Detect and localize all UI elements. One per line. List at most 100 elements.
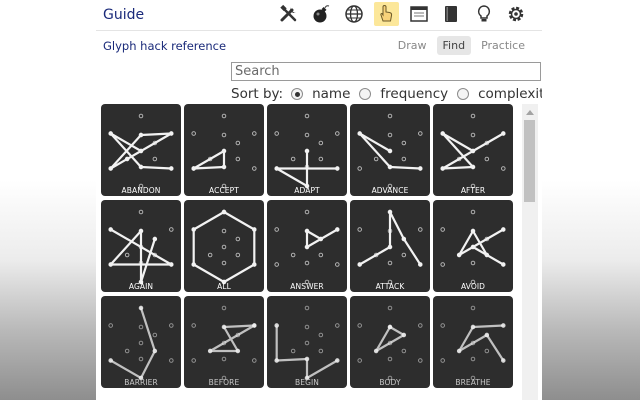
gear-icon [508,6,524,22]
sort-frequency-radio[interactable] [359,88,372,100]
mode-tab-find[interactable]: Find [436,36,472,55]
glyph-node [470,113,476,119]
glyph-vertex [108,358,113,363]
glyph-node [418,358,423,363]
glyph-vertex [456,348,462,354]
sort-option-frequency[interactable]: frequency [359,86,448,102]
glyph-vertex [387,324,393,330]
glyph-stroke [458,324,505,362]
glyph-node [470,209,476,215]
glyph-node [387,132,393,138]
glyph-node [191,323,196,328]
glyph-drawing [191,209,257,285]
globe-tab[interactable] [341,2,366,26]
glyph-node [318,252,324,258]
glyph-tile[interactable]: ANSWER [267,200,347,292]
page-subtitle: Glyph hack reference [103,39,227,53]
scroll-thumb[interactable] [524,120,535,202]
glyph-tile[interactable]: ADVANCE [350,104,430,196]
settings-tab[interactable] [504,2,529,26]
book-tab[interactable] [439,2,464,26]
glyph-tile[interactable]: ABANDON [101,104,181,196]
glyph-node [138,324,144,330]
glyph-node [387,113,393,119]
glyph-vertex [108,227,113,232]
glyph-tile[interactable]: BEFORE [184,296,264,388]
tools-tab[interactable] [276,2,301,26]
glyph-tile[interactable]: ALL [184,200,264,292]
lightbulb-icon [477,5,490,22]
glyph-node [373,156,379,162]
glyph-name: BEFORE [208,378,240,387]
search-input[interactable] [231,62,541,81]
glyph-drawing [357,305,423,381]
glyph-node [318,348,324,354]
glyph-vertex [124,156,130,162]
mode-tab-practice[interactable]: Practice [475,36,531,55]
glyph-vertex [169,131,174,136]
glyph-node [221,305,227,311]
glyph-node [401,252,407,258]
glyph-drawing [274,305,340,381]
glyph-stroke [275,149,339,188]
glyph-tile[interactable]: AGAIN [101,200,181,292]
mode-tab-draw[interactable]: Draw [392,36,433,55]
glyph-vertex [207,348,213,354]
bomb-tab[interactable] [309,2,334,26]
glyph-tile[interactable]: BEGIN [267,296,347,388]
glyph-drawing [274,209,340,285]
lightbulb-tab[interactable] [471,2,496,26]
glyph-vertex [169,166,174,171]
glyph-node [335,131,340,136]
hand-tab[interactable] [373,2,399,26]
window-tab[interactable] [406,2,431,26]
glyph-vertex [357,131,362,136]
sort-name-radio[interactable] [291,88,304,100]
glyph-node [169,227,174,232]
glyph-tile[interactable]: BODY [350,296,430,388]
glyph-vertex [191,262,196,267]
glyph-node [221,356,227,362]
glyph-node [304,209,310,215]
glyph-vertex [387,164,393,170]
hand-pointer-icon [380,4,393,22]
glyph-tile[interactable]: ACCEPT [184,104,264,196]
glyph-tile[interactable]: BARRIER [101,296,181,388]
glyph-vertex [138,164,144,170]
glyph-vertex [138,132,144,138]
glyph-node [484,348,490,354]
glyph-tile[interactable]: ATTACK [350,200,430,292]
glyph-name: ADAPT [294,186,320,195]
sort-complexity-radio[interactable] [457,88,470,100]
glyph-vertex [138,228,144,234]
glyph-vertex [387,209,393,215]
scroll-up-arrow-icon[interactable] [526,110,534,115]
glyph-drawing [191,113,257,189]
glyph-tile[interactable]: AVOID [433,200,513,292]
glyph-vertex [304,148,310,154]
glyph-name: AFTER [460,186,486,195]
glyph-tile[interactable]: AFTER [433,104,513,196]
sort-option-name[interactable]: name [291,86,350,102]
mode-tabs: Draw Find Practice [388,36,531,55]
glyph-node [335,323,340,328]
glyph-vertex [470,164,476,170]
glyph-vertex [501,227,506,232]
scrollbar[interactable] [522,104,538,400]
glyph-node [318,140,324,146]
glyph-vertex [440,131,445,136]
glyph-node [138,340,144,346]
glyph-drawing [357,113,423,189]
sort-option-complexity[interactable]: complexity [457,86,542,102]
glyph-node [221,260,227,266]
glyph-tile[interactable]: ADAPT [267,104,347,196]
glyph-node [152,332,158,338]
glyph-vertex [335,166,340,171]
glyph-node [221,244,227,250]
glyph-stroke [458,228,505,266]
glyph-tile[interactable]: BREATHE [433,296,513,388]
glyph-drawing [357,209,423,285]
glyph-vertex [138,305,144,311]
glyph-vertex [108,262,113,267]
glyph-node [357,227,362,232]
